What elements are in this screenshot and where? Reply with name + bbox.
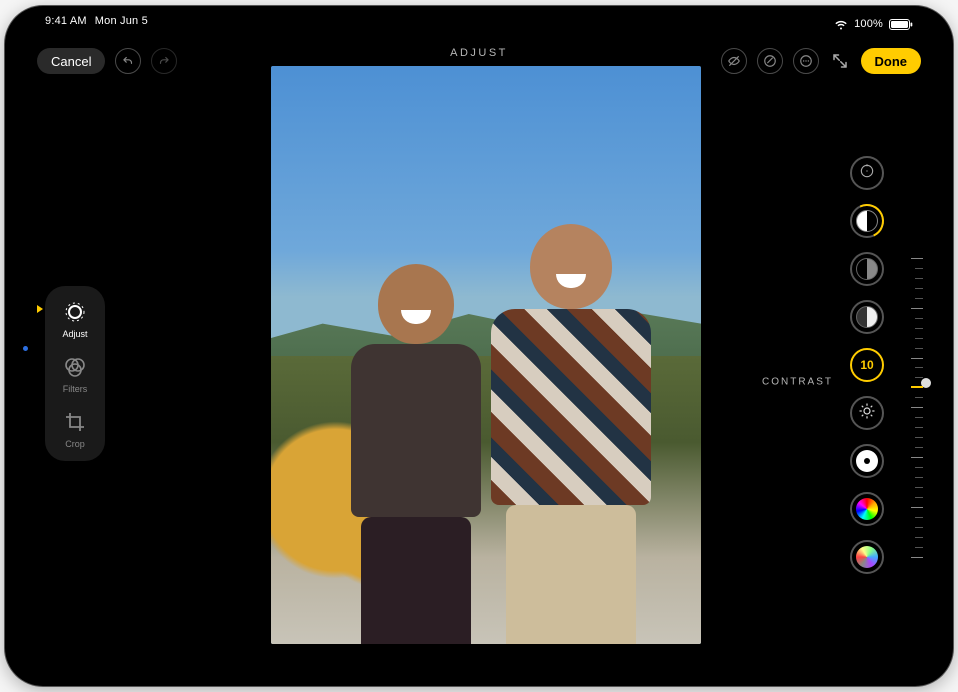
adjust-contrast[interactable]: 10 <box>850 348 884 382</box>
contrast-value: 10 <box>860 358 873 372</box>
mode-crop[interactable]: Crop <box>61 408 89 449</box>
fullscreen-button[interactable] <box>829 50 851 72</box>
crop-icon <box>61 408 89 436</box>
more-button[interactable] <box>793 48 819 74</box>
battery-pct: 100% <box>854 18 883 30</box>
adjust-auto[interactable] <box>850 156 884 190</box>
brilliance-icon <box>856 258 878 280</box>
slider-current-tick-icon <box>911 386 923 388</box>
blackpoint-icon <box>856 450 878 472</box>
mode-label: Filters <box>63 384 88 394</box>
redo-button[interactable] <box>151 48 177 74</box>
done-button[interactable]: Done <box>861 48 922 74</box>
adjust-highlights[interactable] <box>850 300 884 334</box>
rotation-lock-indicator-icon <box>23 346 28 351</box>
auto-icon <box>859 163 875 183</box>
mode-label: Crop <box>65 439 85 449</box>
mode-label: Adjust <box>62 329 87 339</box>
photo-subject-left <box>341 264 491 644</box>
adjust-brightness[interactable] <box>850 396 884 430</box>
adjust-saturation[interactable] <box>850 492 884 526</box>
cancel-button[interactable]: Cancel <box>37 48 105 74</box>
markup-button[interactable] <box>757 48 783 74</box>
edit-mode-toolbar: Adjust Filters Crop <box>45 286 105 461</box>
photo-canvas[interactable] <box>271 66 701 644</box>
adjust-brilliance[interactable] <box>850 252 884 286</box>
photo-subject-right <box>481 224 661 644</box>
saturation-icon <box>856 498 878 520</box>
wifi-icon <box>834 19 848 30</box>
adjust-blackpoint[interactable] <box>850 444 884 478</box>
mode-adjust[interactable]: Adjust <box>61 298 89 339</box>
mode-filters[interactable]: Filters <box>61 353 89 394</box>
highlights-icon <box>856 306 878 328</box>
adjustment-list: 10 <box>847 156 887 574</box>
adjust-icon <box>61 298 89 326</box>
brightness-icon <box>858 402 876 425</box>
active-mode-indicator-icon <box>37 305 43 313</box>
status-date: Mon Jun 5 <box>95 15 148 33</box>
undo-button[interactable] <box>115 48 141 74</box>
status-bar: 9:41 AM Mon Jun 5 100% <box>5 15 953 33</box>
adjust-exposure[interactable] <box>850 204 884 238</box>
exposure-icon <box>856 210 878 232</box>
filters-icon <box>61 353 89 381</box>
adjust-vibrance[interactable] <box>850 540 884 574</box>
active-adjust-label: CONTRAST <box>762 377 833 388</box>
ipad-frame: 9:41 AM Mon Jun 5 100% ADJUST Cancel <box>5 6 953 686</box>
vibrance-icon <box>856 546 878 568</box>
adjustment-slider[interactable] <box>907 258 923 558</box>
battery-icon <box>889 19 913 30</box>
toggle-original-button[interactable] <box>721 48 747 74</box>
status-time: 9:41 AM <box>45 15 87 33</box>
